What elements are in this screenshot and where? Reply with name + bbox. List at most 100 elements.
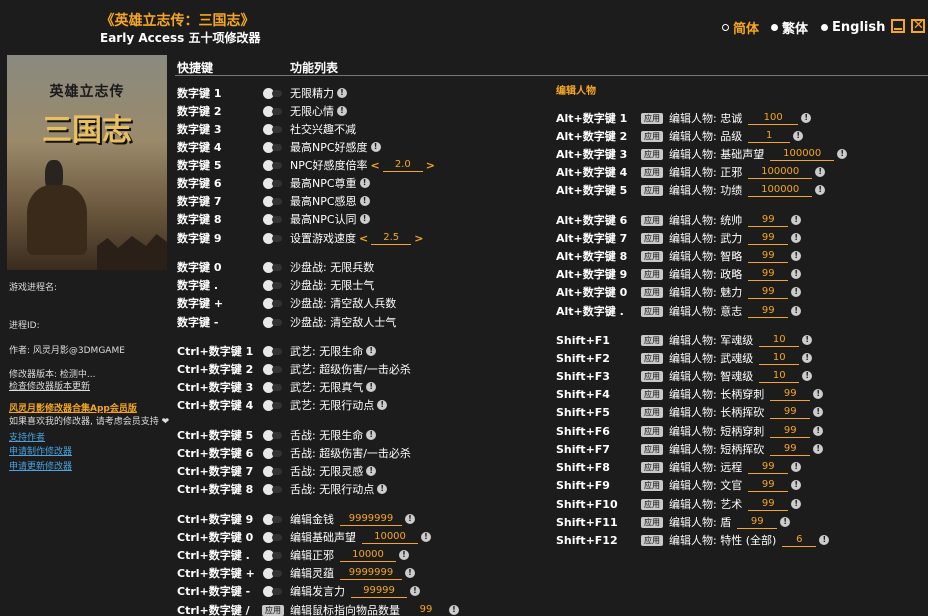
apply-button[interactable]: 应用 (641, 166, 663, 178)
value-input[interactable]: 10 (759, 334, 800, 347)
apply-button[interactable]: 应用 (641, 250, 663, 262)
feature-toggle[interactable] (263, 448, 282, 459)
info-icon[interactable]: ! (377, 484, 388, 494)
info-icon[interactable]: ! (359, 196, 370, 206)
info-icon[interactable]: ! (802, 353, 813, 363)
info-icon[interactable]: ! (366, 430, 377, 440)
info-icon[interactable]: ! (819, 535, 830, 545)
value-input[interactable]: 99999 (351, 585, 407, 598)
apply-button[interactable]: 应用 (641, 352, 663, 364)
apply-button[interactable]: 应用 (262, 604, 284, 616)
value-input[interactable]: 99 (406, 604, 446, 616)
apply-button[interactable]: 应用 (641, 130, 663, 142)
value-input[interactable]: 100000 (748, 166, 813, 179)
apply-button[interactable]: 应用 (641, 461, 663, 473)
feature-toggle[interactable] (263, 298, 282, 309)
value-input[interactable]: 99 (748, 286, 789, 299)
info-icon[interactable]: ! (837, 149, 848, 159)
feature-toggle[interactable] (263, 430, 282, 441)
feature-toggle[interactable] (263, 382, 282, 393)
feature-toggle[interactable] (263, 280, 282, 291)
value-input[interactable]: 99 (748, 498, 789, 511)
info-icon[interactable]: ! (359, 214, 370, 224)
chevron-left-icon[interactable]: < (359, 232, 368, 245)
lang-simplified[interactable]: 简体 (722, 19, 759, 37)
value-input[interactable]: 99 (748, 461, 789, 474)
apply-button[interactable]: 应用 (641, 148, 663, 160)
info-icon[interactable]: ! (802, 371, 813, 381)
apply-button[interactable]: 应用 (641, 286, 663, 298)
info-icon[interactable]: ! (405, 568, 415, 578)
info-icon[interactable]: ! (377, 400, 388, 410)
apply-button[interactable]: 应用 (641, 370, 663, 382)
value-input[interactable]: 99 (770, 406, 811, 419)
value-input[interactable]: 100000 (748, 184, 813, 197)
feature-toggle[interactable] (263, 88, 282, 99)
info-icon[interactable]: ! (791, 287, 802, 297)
info-icon[interactable]: ! (337, 88, 347, 98)
value-input[interactable]: 99 (748, 305, 789, 318)
info-icon[interactable]: ! (780, 517, 791, 527)
info-icon[interactable]: ! (449, 605, 459, 615)
info-icon[interactable]: ! (366, 466, 377, 476)
request-update-link[interactable]: 申请更新修改器 (9, 459, 72, 472)
feature-toggle[interactable] (263, 550, 282, 561)
info-icon[interactable]: ! (793, 131, 804, 141)
info-icon[interactable]: ! (410, 586, 420, 596)
info-icon[interactable]: ! (813, 389, 824, 399)
lang-traditional[interactable]: 繁体 (771, 19, 808, 37)
feature-toggle[interactable] (263, 178, 282, 189)
apply-button[interactable]: 应用 (641, 534, 663, 546)
check-update-link[interactable]: 检查修改器版本更新 (9, 379, 90, 392)
slider-value[interactable]: 2.0 (382, 159, 423, 172)
value-input[interactable]: 99 (748, 250, 789, 263)
value-input[interactable]: 99 (770, 443, 811, 456)
info-icon[interactable]: ! (802, 335, 813, 345)
feature-toggle[interactable] (263, 514, 282, 525)
info-icon[interactable]: ! (815, 167, 826, 177)
info-icon[interactable]: ! (791, 462, 802, 472)
feature-toggle[interactable] (263, 262, 282, 273)
value-input[interactable]: 99 (770, 388, 811, 401)
feature-toggle[interactable] (263, 124, 282, 135)
apply-button[interactable]: 应用 (641, 406, 663, 418)
info-icon[interactable]: ! (791, 306, 802, 316)
support-author-link[interactable]: 支持作者 (9, 430, 45, 443)
feature-toggle[interactable] (263, 196, 282, 207)
apply-button[interactable]: 应用 (641, 305, 663, 317)
vip-app-link[interactable]: 风灵月影修改器合集App会员版 (9, 401, 137, 414)
info-icon[interactable]: ! (421, 532, 431, 542)
info-icon[interactable]: ! (801, 113, 812, 123)
info-icon[interactable]: ! (815, 185, 826, 195)
info-icon[interactable]: ! (359, 178, 370, 188)
value-input[interactable]: 6 (782, 534, 817, 547)
apply-button[interactable]: 应用 (641, 479, 663, 491)
info-icon[interactable]: ! (791, 499, 802, 509)
feature-toggle[interactable] (263, 568, 282, 579)
value-input[interactable]: 9999999 (340, 567, 402, 580)
feature-toggle[interactable] (263, 466, 282, 477)
value-input[interactable]: 10000 (340, 549, 396, 562)
value-input[interactable]: 99 (737, 516, 778, 529)
info-icon[interactable]: ! (337, 106, 347, 116)
feature-toggle[interactable] (263, 346, 282, 357)
info-icon[interactable]: ! (791, 251, 802, 261)
feature-toggle[interactable] (263, 484, 282, 495)
value-input[interactable]: 10 (759, 370, 800, 383)
close-icon[interactable]: ✕ (911, 19, 925, 33)
feature-toggle[interactable] (263, 142, 282, 153)
info-icon[interactable]: ! (405, 514, 415, 524)
value-input[interactable]: 99 (748, 479, 789, 492)
lang-english[interactable]: English (821, 19, 885, 35)
value-input[interactable]: 9999999 (340, 513, 402, 526)
request-trainer-link[interactable]: 申请制作修改器 (9, 444, 72, 457)
chevron-right-icon[interactable]: > (414, 232, 423, 245)
apply-button[interactable]: 应用 (641, 388, 663, 400)
value-input[interactable]: 100 (748, 112, 799, 125)
value-input[interactable]: 99 (748, 268, 789, 281)
info-icon[interactable]: ! (813, 426, 824, 436)
chevron-left-icon[interactable]: < (371, 159, 380, 172)
feature-toggle[interactable] (263, 364, 282, 375)
feature-toggle[interactable] (263, 532, 282, 543)
info-icon[interactable]: ! (366, 346, 377, 356)
